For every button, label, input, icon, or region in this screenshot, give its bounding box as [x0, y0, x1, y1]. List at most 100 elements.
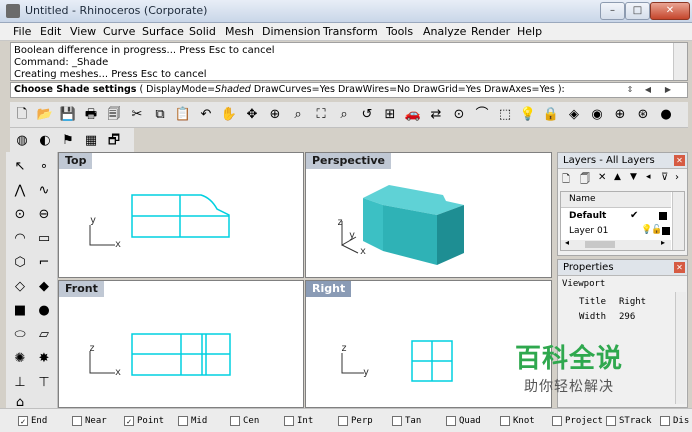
transform-icon[interactable]: ⊥ — [9, 372, 31, 394]
menu-tools[interactable]: Tools — [386, 25, 413, 38]
collapse-icon[interactable]: ◂ — [646, 172, 651, 182]
menu-transform[interactable]: Transform — [323, 25, 378, 38]
boolean-icon[interactable]: ✺ — [9, 348, 31, 370]
explode-icon[interactable]: ✸ — [33, 348, 55, 370]
filter-icon[interactable]: ⊽ — [661, 172, 668, 183]
properties-close-icon[interactable]: ✕ — [674, 262, 685, 273]
polygon-icon[interactable]: ⬡ — [9, 252, 31, 274]
viewport-front[interactable]: Front z x — [58, 280, 304, 408]
viewport-perspective[interactable]: Perspective z y x — [305, 152, 552, 278]
osnap-icon[interactable]: ⌒ — [472, 105, 492, 125]
wireframe-sphere-icon[interactable]: ⊕ — [610, 105, 630, 125]
layers-more-icon[interactable]: › — [675, 172, 679, 183]
osnap-project[interactable]: Project — [552, 414, 603, 428]
layer-color-swatch[interactable] — [662, 227, 670, 235]
close-button[interactable]: ✕ — [650, 2, 690, 20]
maximize-button[interactable]: □ — [625, 2, 650, 20]
box-icon[interactable]: ■ — [9, 300, 31, 322]
move-down-icon[interactable]: ▼ — [630, 172, 637, 182]
save-icon[interactable]: 💾 — [58, 105, 78, 125]
osnap-int-checkbox[interactable] — [284, 415, 294, 426]
osnap-int[interactable]: Int — [284, 414, 313, 428]
color-wheel-icon[interactable]: ◉ — [587, 105, 607, 125]
menu-curve[interactable]: Curve — [103, 25, 135, 38]
menu-help[interactable]: Help — [517, 25, 542, 38]
mesh-icon[interactable]: ▱ — [33, 324, 55, 346]
rotate-view-icon[interactable]: ✥ — [242, 105, 262, 125]
osnap-knot[interactable]: Knot — [500, 414, 535, 428]
delete-layer-icon[interactable]: ✕ — [598, 172, 606, 183]
named-view-icon[interactable]: 🚗 — [403, 105, 423, 125]
osnap-dis[interactable]: Dis — [660, 414, 689, 428]
lock-icon[interactable]: 🔒 — [541, 105, 561, 125]
layer-row[interactable]: Layer 01 💡 🔓 — [561, 225, 671, 239]
osnap-end-checkbox[interactable]: ✓ — [18, 415, 28, 426]
new-sublayer-icon[interactable]: 🗍 — [580, 172, 590, 189]
property-width-value[interactable]: 296 — [619, 312, 635, 322]
osnap-knot-checkbox[interactable] — [500, 415, 510, 426]
prompt-option-displaymode[interactable]: DisplayMode= — [146, 84, 215, 95]
cylinder-icon[interactable]: ⬭ — [9, 324, 31, 346]
menu-dimension[interactable]: Dimension — [262, 25, 320, 38]
scroll-thumb[interactable] — [585, 241, 615, 248]
set-cplane-icon[interactable]: ⇄ — [426, 105, 446, 125]
paste-icon[interactable]: 📋 — [173, 105, 193, 125]
osnap-dis-checkbox[interactable] — [660, 415, 670, 426]
properties-scrollbar[interactable] — [675, 292, 686, 404]
polyline-icon[interactable]: ⋀ — [9, 180, 31, 202]
osnap-near[interactable]: Near — [72, 414, 107, 428]
move-up-icon[interactable]: ▲ — [614, 172, 621, 182]
arc-icon[interactable]: ◠ — [9, 228, 31, 250]
history-scrollbar[interactable] — [673, 43, 687, 80]
osnap-strack[interactable]: STrack — [606, 414, 652, 428]
new-file-icon[interactable]: 🗋 — [12, 105, 32, 125]
prompt-option-drawaxes[interactable]: DrawAxes=Yes — [481, 84, 555, 95]
undo-view-icon[interactable]: ↺ — [357, 105, 377, 125]
layer-lock-icon[interactable]: 🔓 — [651, 225, 662, 235]
osnap-cen-checkbox[interactable] — [230, 415, 240, 426]
osnap-quad-checkbox[interactable] — [446, 415, 456, 426]
layer-color-swatch[interactable] — [659, 212, 667, 220]
scroll-left-icon[interactable]: ◂ — [565, 238, 569, 247]
layer-row[interactable]: Default ✔ — [561, 210, 671, 224]
osnap-tan-checkbox[interactable] — [392, 415, 402, 426]
command-prompt[interactable]: Choose Shade settings ( DisplayMode=Shad… — [10, 82, 688, 98]
osnap-end[interactable]: ✓ End — [18, 414, 47, 428]
sphere-icon[interactable]: ● — [33, 300, 55, 322]
four-viewports-icon[interactable]: ⊞ — [380, 105, 400, 125]
scroll-right-icon[interactable]: ▸ — [661, 238, 665, 247]
osnap-perp-checkbox[interactable] — [338, 415, 348, 426]
prompt-option-drawcurves[interactable]: DrawCurves=Yes — [251, 84, 335, 95]
layers-vscrollbar[interactable] — [672, 192, 684, 250]
osnap-strack-checkbox[interactable] — [606, 415, 616, 426]
lightbulb-icon[interactable]: 💡 — [518, 105, 538, 125]
osnap-point-checkbox[interactable]: ✓ — [124, 415, 134, 426]
osnap-perp[interactable]: Perp — [338, 414, 373, 428]
menu-solid[interactable]: Solid — [189, 25, 216, 38]
rectangle-icon[interactable]: ▭ — [33, 228, 55, 250]
menu-edit[interactable]: Edit — [40, 25, 61, 38]
menu-mesh[interactable]: Mesh — [225, 25, 254, 38]
render-grid-icon[interactable]: ▦ — [81, 131, 101, 151]
menu-view[interactable]: View — [70, 25, 96, 38]
new-layer-icon[interactable]: 🗋 — [562, 172, 570, 189]
prompt-spin-icon[interactable]: ⇕ — [623, 83, 637, 97]
zoom-dynamic-icon[interactable]: ⊕ — [265, 105, 285, 125]
osnap-tan[interactable]: Tan — [392, 414, 421, 428]
zoom-window-icon[interactable]: ⌕ — [288, 105, 308, 125]
copy-icon[interactable]: ⧉ — [150, 105, 170, 125]
menu-surface[interactable]: Surface — [142, 25, 184, 38]
print-icon[interactable]: 🖶 — [81, 105, 101, 125]
ghosted-icon[interactable]: ⊛ — [633, 105, 653, 125]
curve-icon[interactable]: ∿ — [33, 180, 55, 202]
circle-icon[interactable]: ⊙ — [9, 204, 31, 226]
menu-analyze[interactable]: Analyze — [423, 25, 466, 38]
surface-icon[interactable]: ◇ — [9, 276, 31, 298]
prompt-left-icon[interactable]: ◀ — [641, 83, 655, 97]
osnap-cen[interactable]: Cen — [230, 414, 259, 428]
osnap-mid[interactable]: Mid — [178, 414, 207, 428]
shaded-sphere-icon[interactable]: ● — [656, 105, 676, 125]
osnap-quad[interactable]: Quad — [446, 414, 481, 428]
fillet-icon[interactable]: ⌐ — [33, 252, 55, 274]
render-color-icon[interactable]: ◍ — [12, 131, 32, 151]
